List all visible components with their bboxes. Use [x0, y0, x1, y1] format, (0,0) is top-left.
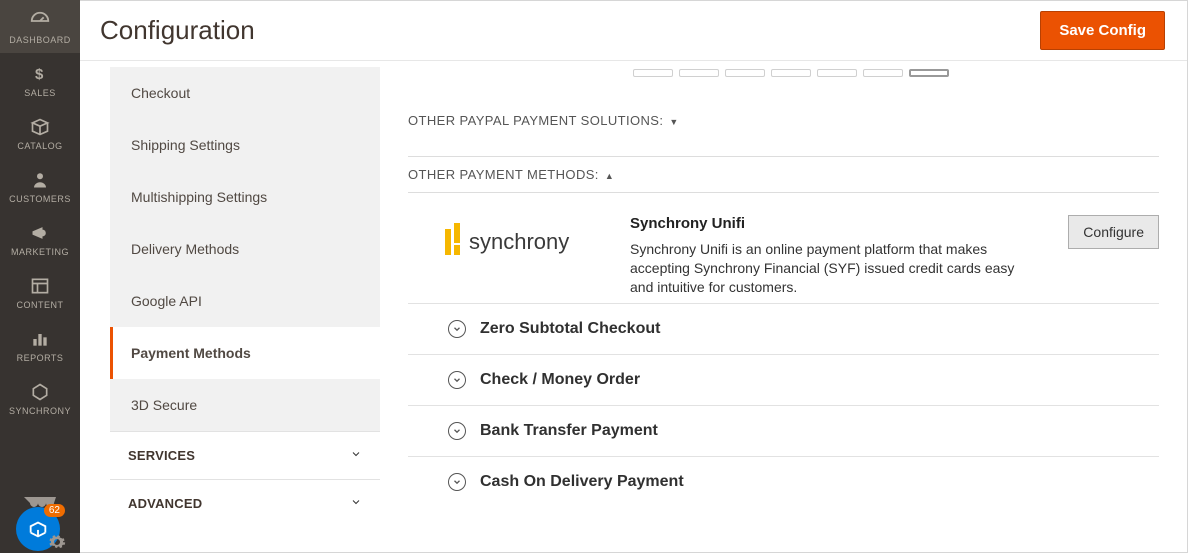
config-sidebar-list: Checkout Shipping Settings Multishipping… — [110, 67, 380, 431]
gear-icon[interactable] — [48, 533, 66, 551]
svg-text:$: $ — [35, 66, 44, 83]
expand-icon — [448, 371, 466, 389]
synchrony-logotext: synchrony — [469, 229, 569, 254]
synchrony-title: Synchrony Unifi — [630, 215, 1032, 232]
rail-catalog[interactable]: CATALOG — [0, 106, 80, 159]
page-top-bar: Configuration Save Config — [80, 1, 1187, 61]
sidebar-group-advanced[interactable]: ADVANCED — [110, 479, 380, 527]
card-chip — [863, 69, 903, 77]
triangle-down-icon — [669, 113, 678, 128]
rail-marketing[interactable]: MARKETING — [0, 212, 80, 265]
method-check-money-order[interactable]: Check / Money Order — [408, 354, 1159, 405]
synchrony-text: Synchrony Unifi is an online payment pla… — [630, 240, 1032, 297]
sidebar-item-checkout[interactable]: Checkout — [110, 67, 380, 119]
method-label: Bank Transfer Payment — [480, 422, 658, 440]
rail-reports[interactable]: REPORTS — [0, 318, 80, 371]
rail-label: REPORTS — [17, 353, 64, 363]
sidebar-group-label: ADVANCED — [128, 496, 202, 511]
sidebar-item-google-api[interactable]: Google API — [110, 275, 380, 327]
expand-icon — [448, 473, 466, 491]
triangle-up-icon — [605, 167, 614, 182]
method-cash-on-delivery[interactable]: Cash On Delivery Payment — [408, 456, 1159, 507]
sidebar-group-services[interactable]: SERVICES — [110, 431, 380, 479]
method-label: Check / Money Order — [480, 371, 640, 389]
sidebar-item-shipping-settings[interactable]: Shipping Settings — [110, 119, 380, 171]
admin-rail: DASHBOARD $ SALES CATALOG CUSTOMERS MARK… — [0, 0, 80, 553]
card-chip — [817, 69, 857, 77]
box-icon — [29, 116, 51, 138]
megaphone-icon — [29, 222, 51, 244]
card-chip — [909, 69, 949, 77]
synchrony-description: Synchrony Unifi Synchrony Unifi is an on… — [630, 215, 1046, 297]
card-chip — [725, 69, 765, 77]
rail-customers[interactable]: CUSTOMERS — [0, 159, 80, 212]
method-zero-subtotal[interactable]: Zero Subtotal Checkout — [408, 303, 1159, 354]
gauge-icon — [29, 10, 51, 32]
method-label: Cash On Delivery Payment — [480, 473, 684, 491]
synchrony-logo: synchrony — [438, 223, 608, 261]
page: Configuration Save Config Checkout Shipp… — [80, 0, 1188, 553]
rail-label: CUSTOMERS — [9, 194, 71, 204]
section-other-methods[interactable]: OTHER PAYMENT METHODS: — [408, 156, 1159, 192]
rail-label: SALES — [24, 88, 56, 98]
card-chips — [633, 69, 1159, 77]
rail-label: CATALOG — [17, 141, 62, 151]
sidebar-item-multishipping-settings[interactable]: Multishipping Settings — [110, 171, 380, 223]
rail-synchrony[interactable]: SYNCHRONY — [0, 371, 80, 424]
page-title: Configuration — [100, 15, 255, 46]
hex-icon — [29, 381, 51, 403]
section-label: OTHER PAYPAL PAYMENT SOLUTIONS: — [408, 113, 663, 128]
synchrony-block: synchrony Synchrony Unifi Synchrony Unif… — [408, 192, 1159, 303]
person-icon — [29, 169, 51, 191]
helper-badge: 62 — [44, 504, 65, 517]
card-chip — [679, 69, 719, 77]
main-column: OTHER PAYPAL PAYMENT SOLUTIONS: OTHER PA… — [380, 61, 1187, 552]
stores-helper-cluster: 62 — [12, 493, 66, 547]
rail-content[interactable]: CONTENT — [0, 265, 80, 318]
save-button[interactable]: Save Config — [1040, 11, 1165, 50]
dollar-icon: $ — [29, 63, 51, 85]
content-row: Checkout Shipping Settings Multishipping… — [80, 61, 1187, 552]
sidebar-group-label: SERVICES — [128, 448, 195, 463]
expand-icon — [448, 320, 466, 338]
config-sidebar: Checkout Shipping Settings Multishipping… — [110, 67, 380, 552]
rail-label: DASHBOARD — [9, 35, 71, 45]
sidebar-item-3d-secure[interactable]: 3D Secure — [110, 379, 380, 431]
chevron-down-icon — [350, 496, 362, 511]
rail-dashboard[interactable]: DASHBOARD — [0, 0, 80, 53]
bars-icon — [29, 328, 51, 350]
card-chip — [633, 69, 673, 77]
sidebar-item-payment-methods[interactable]: Payment Methods — [110, 327, 380, 379]
rail-label: SYNCHRONY — [9, 406, 71, 416]
rail-label: CONTENT — [17, 300, 64, 310]
expand-icon — [448, 422, 466, 440]
card-chip — [771, 69, 811, 77]
method-bank-transfer[interactable]: Bank Transfer Payment — [408, 405, 1159, 456]
configure-button[interactable]: Configure — [1068, 215, 1159, 249]
rail-label: MARKETING — [11, 247, 69, 257]
rail-sales[interactable]: $ SALES — [0, 53, 80, 106]
chevron-down-icon — [350, 448, 362, 463]
method-label: Zero Subtotal Checkout — [480, 320, 660, 338]
sidebar-item-delivery-methods[interactable]: Delivery Methods — [110, 223, 380, 275]
section-label: OTHER PAYMENT METHODS: — [408, 167, 599, 182]
layout-icon — [29, 275, 51, 297]
section-other-paypal[interactable]: OTHER PAYPAL PAYMENT SOLUTIONS: — [408, 103, 1159, 138]
